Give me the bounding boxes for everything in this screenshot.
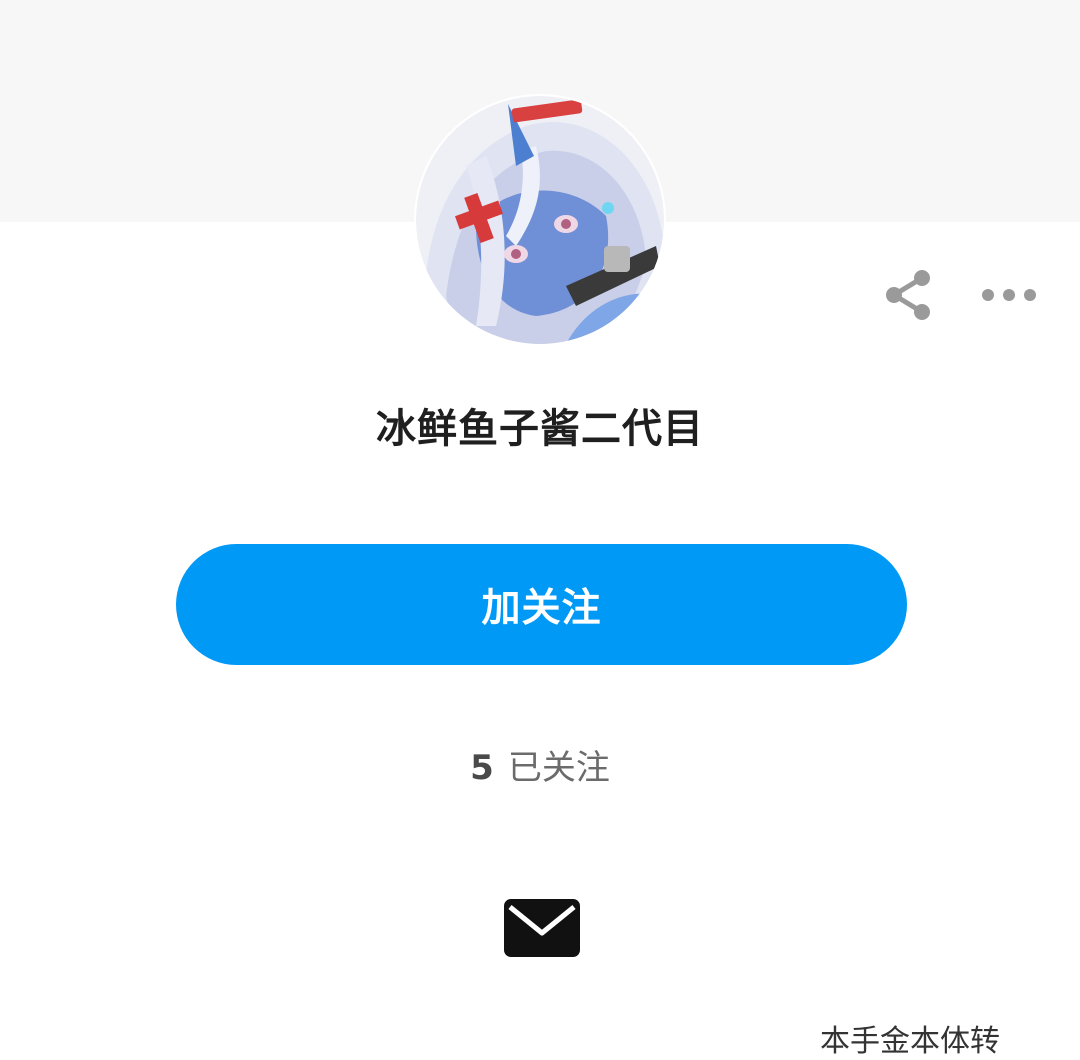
more-horizontal-icon[interactable] [978, 280, 1040, 310]
share-icon[interactable] [880, 266, 938, 324]
username: 冰鲜鱼子酱二代目 [376, 406, 704, 452]
avatar[interactable] [416, 96, 664, 344]
following-stat[interactable]: 5 已关注 [0, 740, 1080, 789]
follow-button[interactable]: 加关注 [176, 544, 907, 665]
following-label: 已关注 [507, 748, 610, 788]
avatar-image [416, 96, 664, 344]
following-count: 5 [470, 748, 494, 788]
bottom-partial-text: 本手金本体转 [820, 1024, 1000, 1059]
follow-button-label: 加关注 [481, 585, 602, 631]
envelope-icon[interactable] [504, 899, 580, 957]
